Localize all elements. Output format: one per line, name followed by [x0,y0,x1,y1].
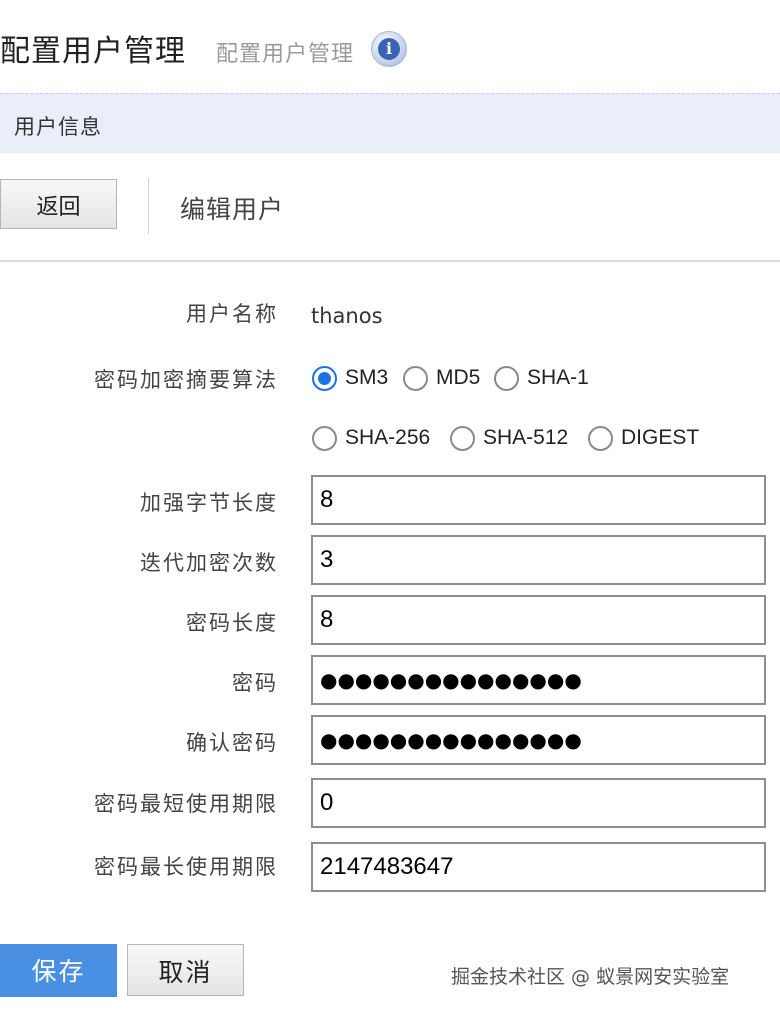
salt-length-label: 加强字节长度 [140,491,278,515]
page-title: 配置用户管理 [0,34,186,69]
max-age-label: 密码最长使用期限 [94,855,278,879]
radio-digest-circle[interactable] [588,426,613,451]
radio-md5-label: MD5 [436,366,481,389]
iterations-label: 迭代加密次数 [140,551,278,575]
password-length-field[interactable]: 8 [311,595,766,645]
radio-md5-circle[interactable] [403,366,428,391]
page-subtitle: 配置用户管理 [216,42,355,67]
salt-length-field[interactable]: 8 [311,475,766,525]
radio-sha256-label: SHA-256 [345,426,431,449]
edit-user-title: 编辑用户 [180,195,285,224]
radio-sha1-circle[interactable] [494,366,519,391]
radio-sm3-circle[interactable] [312,366,337,391]
min-age-label: 密码最短使用期限 [94,792,278,816]
min-age-field[interactable]: 0 [311,778,766,828]
radio-sha1-label: SHA-1 [527,366,589,389]
info-icon[interactable]: i [371,31,407,67]
radio-sm3-label: SM3 [345,366,389,389]
max-age-field[interactable]: 2147483647 [311,842,766,892]
radio-sha512-label: SHA-512 [483,426,569,449]
password-label: 密码 [232,671,278,695]
section-header: 用户信息 [0,93,780,153]
username-value: thanos [311,304,383,328]
confirm-password-field[interactable]: ●●●●●●●●●●●●●●● [311,715,766,765]
radio-digest-label: DIGEST [621,426,700,449]
username-label: 用户名称 [186,302,278,326]
toolbar-divider [148,178,149,234]
form-divider [0,260,780,262]
watermark: 掘金技术社区 @ 蚁景网安实验室 [451,966,730,988]
section-title: 用户信息 [14,115,102,139]
cancel-button[interactable]: 取消 [127,944,244,996]
info-icon-glyph: i [378,38,400,60]
algorithm-label: 密码加密摘要算法 [94,368,278,392]
radio-sha512-circle[interactable] [450,426,475,451]
confirm-password-label: 确认密码 [186,731,278,755]
iterations-field[interactable]: 3 [311,535,766,585]
back-button[interactable]: 返回 [0,179,117,229]
radio-sha256-circle[interactable] [312,426,337,451]
save-button[interactable]: 保存 [0,944,117,997]
password-length-label: 密码长度 [186,611,278,635]
page-header: 配置用户管理 配置用户管理 i [0,0,780,92]
password-field[interactable]: ●●●●●●●●●●●●●●● [311,655,766,705]
